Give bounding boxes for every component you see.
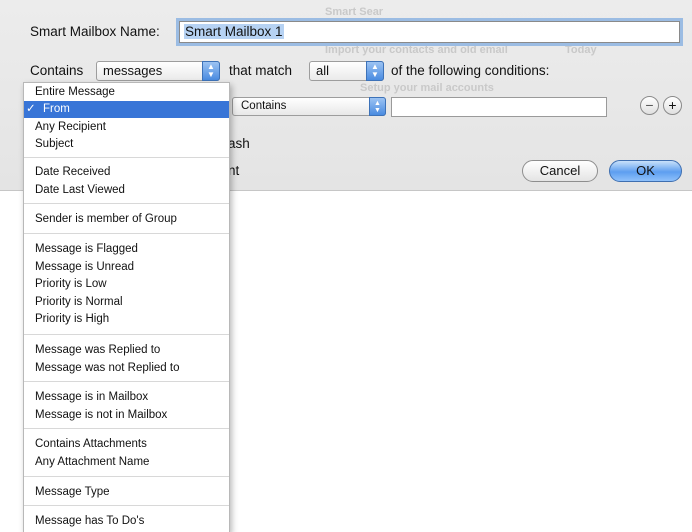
menu-item-todos[interactable]: Message has To Do's bbox=[24, 513, 229, 530]
menu-item-replied[interactable]: Message was Replied to bbox=[24, 342, 229, 359]
popup-stepper-icon: ▲ ▼ bbox=[202, 61, 220, 81]
menu-separator bbox=[24, 203, 229, 204]
background-text: Setup your mail accounts bbox=[360, 82, 494, 94]
match-popup[interactable]: all ▲ ▼ bbox=[309, 61, 384, 81]
menu-item-priority-low[interactable]: Priority is Low bbox=[24, 276, 229, 293]
menu-item-priority-high[interactable]: Priority is High bbox=[24, 311, 229, 328]
menu-separator bbox=[24, 157, 229, 158]
background-text: Import your contacts and old email bbox=[325, 44, 508, 56]
match-popup-value: all bbox=[316, 63, 330, 78]
background-text: Today bbox=[565, 44, 597, 56]
menu-separator bbox=[24, 381, 229, 382]
menu-separator bbox=[24, 334, 229, 335]
cancel-button[interactable]: Cancel bbox=[522, 160, 598, 182]
trash-checkbox-label: ash bbox=[228, 136, 250, 151]
menu-item-not-in-mailbox[interactable]: Message is not in Mailbox bbox=[24, 407, 229, 424]
match-label: that match bbox=[229, 63, 293, 78]
menu-item-subject[interactable]: Subject bbox=[24, 136, 229, 153]
background-text: Smart Sear bbox=[325, 6, 384, 18]
name-label: Smart Mailbox Name: bbox=[30, 24, 160, 39]
conditions-label: of the following conditions: bbox=[391, 63, 550, 78]
mailbox-name-value: Smart Mailbox 1 bbox=[184, 24, 284, 39]
condition-operator-value: Contains bbox=[241, 100, 287, 112]
menu-item-in-mailbox[interactable]: Message is in Mailbox bbox=[24, 389, 229, 406]
menu-item-from[interactable]: ✓ From bbox=[24, 101, 229, 118]
condition-field-menu: Entire Message ✓ From Any Recipient Subj… bbox=[23, 82, 230, 532]
menu-item-contains-attachments[interactable]: Contains Attachments bbox=[24, 436, 229, 453]
menu-item-label: From bbox=[43, 103, 70, 115]
menu-item-flagged[interactable]: Message is Flagged bbox=[24, 241, 229, 258]
menu-separator bbox=[24, 476, 229, 477]
condition-operator-popup[interactable]: Contains ▲ ▼ bbox=[232, 97, 386, 116]
popup-stepper-icon: ▲ ▼ bbox=[369, 97, 386, 116]
add-condition-button[interactable]: + bbox=[663, 96, 682, 115]
menu-separator bbox=[24, 428, 229, 429]
menu-separator bbox=[24, 505, 229, 506]
ok-button[interactable]: OK bbox=[609, 160, 682, 182]
menu-item-any-recipient[interactable]: Any Recipient bbox=[24, 119, 229, 136]
contains-label: Contains bbox=[30, 63, 84, 78]
contains-popup[interactable]: messages ▲ ▼ bbox=[96, 61, 220, 81]
menu-item-priority-normal[interactable]: Priority is Normal bbox=[24, 294, 229, 311]
condition-value-input[interactable] bbox=[391, 97, 607, 117]
menu-item-sender-group[interactable]: Sender is member of Group bbox=[24, 211, 229, 228]
remove-condition-button[interactable]: − bbox=[640, 96, 659, 115]
checkmark-icon: ✓ bbox=[26, 103, 36, 115]
menu-separator bbox=[24, 233, 229, 234]
mailbox-name-input[interactable]: Smart Mailbox 1 bbox=[179, 21, 680, 43]
menu-item-date-last-viewed[interactable]: Date Last Viewed bbox=[24, 182, 229, 199]
menu-item-message-type[interactable]: Message Type bbox=[24, 484, 229, 501]
menu-item-unread[interactable]: Message is Unread bbox=[24, 259, 229, 276]
menu-item-date-received[interactable]: Date Received bbox=[24, 164, 229, 181]
menu-item-not-replied[interactable]: Message was not Replied to bbox=[24, 360, 229, 377]
popup-stepper-icon: ▲ ▼ bbox=[366, 61, 384, 81]
menu-item-attachment-name[interactable]: Any Attachment Name bbox=[24, 454, 229, 471]
menu-item-entire-message[interactable]: Entire Message bbox=[24, 84, 229, 101]
contains-popup-value: messages bbox=[103, 63, 163, 78]
